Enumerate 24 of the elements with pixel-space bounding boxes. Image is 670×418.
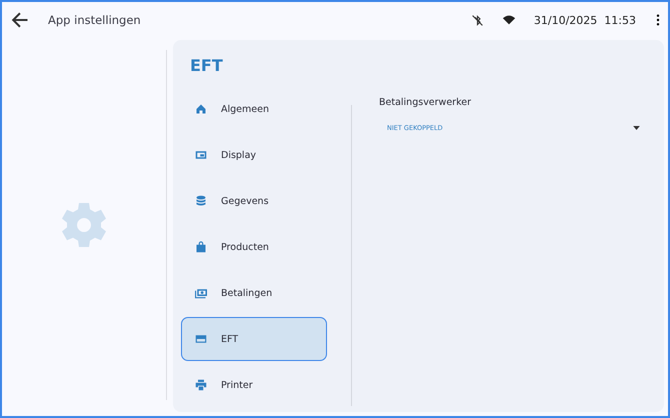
card-icon — [195, 333, 207, 345]
nav-item[interactable]: Display — [181, 133, 327, 177]
display-icon — [195, 149, 207, 161]
setting-label: Betalingsverwerker — [379, 97, 472, 108]
window-title: App instellingen — [48, 13, 142, 27]
home-icon — [195, 103, 207, 115]
wifi-icon — [502, 13, 516, 27]
nav-item[interactable]: Gegevens — [181, 179, 327, 223]
settings-icon — [60, 201, 108, 249]
bag-icon — [195, 241, 207, 253]
caret-icon — [633, 126, 640, 130]
panel-title: EFT — [190, 56, 224, 75]
more-menu-icon[interactable] — [656, 14, 660, 26]
nav-item[interactable]: EFT — [181, 317, 327, 361]
nav-item[interactable]: Printer — [181, 363, 327, 407]
nav-item[interactable]: Betalingen — [181, 271, 327, 315]
printer-icon — [195, 379, 207, 391]
status-datetime: 31/10/2025 11:53 — [534, 14, 636, 26]
nav-item[interactable]: Algemeen — [181, 87, 327, 131]
back-arrow-icon[interactable] — [10, 10, 30, 30]
money-icon — [195, 287, 207, 299]
bluetooth-disabled-icon — [470, 14, 484, 26]
database-icon — [195, 195, 207, 207]
nav-item[interactable]: Producten — [181, 225, 327, 269]
